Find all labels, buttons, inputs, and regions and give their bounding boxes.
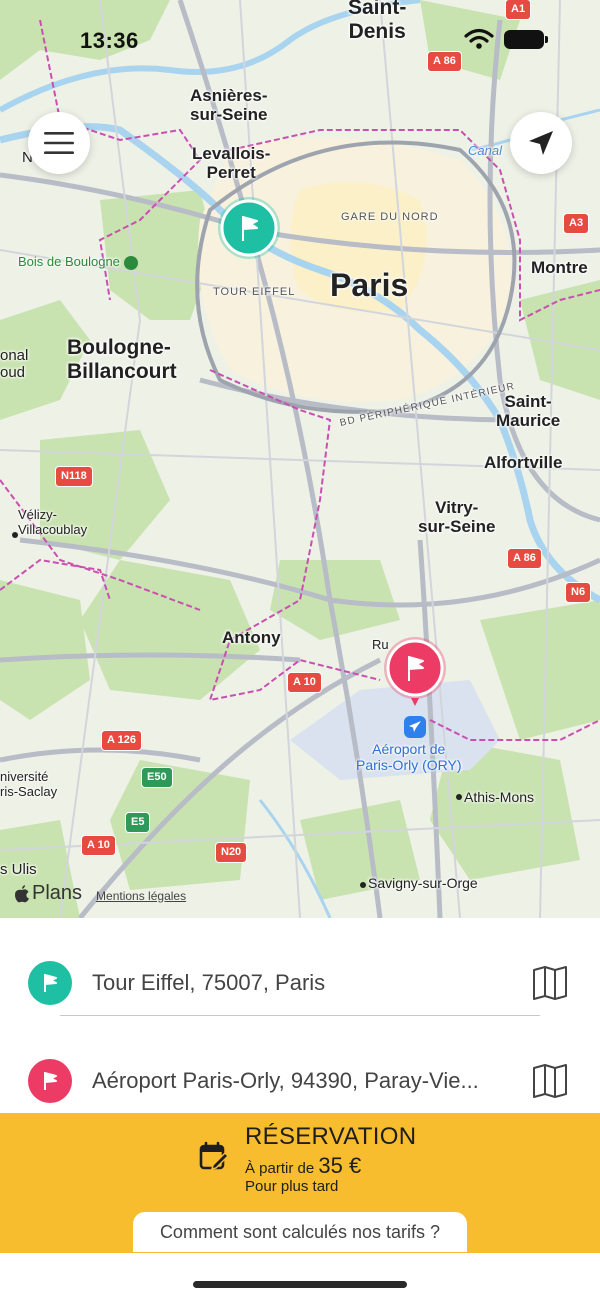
label-saint-maurice: Saint- Maurice bbox=[496, 392, 561, 431]
shield-e5: E5 bbox=[126, 813, 150, 832]
shield-n20: N20 bbox=[216, 843, 247, 862]
shield-a10-mid: A 10 bbox=[288, 673, 321, 692]
label-universite: niversité ris-Saclay bbox=[0, 769, 58, 799]
book-icon[interactable] bbox=[530, 1063, 570, 1099]
price-amount: 35 € bbox=[318, 1153, 362, 1178]
label-velizy: Vélizy- Villacoublay bbox=[18, 507, 88, 537]
label-savigny-dot bbox=[360, 882, 366, 888]
tarifs-link[interactable]: Comment sont calculés nos tarifs ? bbox=[133, 1212, 467, 1252]
label-vitry: Vitry- sur-Seine bbox=[418, 498, 496, 537]
address-divider bbox=[60, 1015, 540, 1016]
label-velizy-dot bbox=[12, 532, 18, 538]
label-saint-denis: Saint- Denis bbox=[348, 0, 407, 43]
reservation-title: RÉSERVATION bbox=[245, 1123, 417, 1150]
label-tour-eiffel: TOUR EIFFEL bbox=[213, 286, 296, 298]
label-levallois: Levallois- Perret bbox=[192, 144, 271, 183]
legal-link[interactable]: Mentions légales bbox=[96, 889, 186, 903]
label-athis-dot bbox=[456, 794, 462, 800]
label-savigny: Savigny-sur-Orge bbox=[368, 875, 478, 891]
hamburger-icon bbox=[44, 132, 74, 154]
app-screen: Saint- Denis Asnières- sur-Seine Levallo… bbox=[0, 0, 600, 1300]
origin-flag-icon bbox=[28, 961, 72, 1005]
battery-icon bbox=[504, 30, 548, 49]
menu-button[interactable] bbox=[28, 112, 90, 174]
wifi-icon bbox=[464, 28, 494, 55]
shield-a3: A3 bbox=[564, 214, 589, 233]
price-prefix: À partir de bbox=[245, 1160, 319, 1177]
plans-brand: Plans bbox=[32, 882, 83, 904]
label-athis-mons: Athis-Mons bbox=[464, 789, 535, 805]
location-arrow-icon bbox=[529, 131, 553, 155]
shield-e50: E50 bbox=[142, 768, 172, 787]
destination-address-row[interactable]: Aéroport Paris-Orly, 94390, Paray-Vie... bbox=[0, 1046, 600, 1116]
origin-address-row[interactable]: Tour Eiffel, 75007, Paris bbox=[0, 948, 600, 1018]
shield-a86-mid: A 86 bbox=[508, 549, 541, 568]
home-indicator bbox=[193, 1281, 407, 1288]
status-time: 13:36 bbox=[80, 28, 139, 53]
destination-flag-icon bbox=[28, 1059, 72, 1103]
label-aeroport: Aéroport de Paris-Orly (ORY) bbox=[356, 741, 462, 773]
map-attribution: Plans Mentions légales bbox=[14, 882, 186, 905]
label-paris: Paris bbox=[330, 267, 409, 303]
label-boulogne: Boulogne- Billancourt bbox=[67, 336, 177, 383]
origin-pin[interactable] bbox=[215, 196, 283, 273]
airplane-icon bbox=[404, 716, 426, 738]
shield-a10-low: A 10 bbox=[82, 836, 115, 855]
label-asnieres: Asnières- sur-Seine bbox=[190, 86, 268, 125]
label-gare-du-nord: GARE DU NORD bbox=[341, 211, 439, 223]
calendar-edit-icon bbox=[199, 1141, 229, 1171]
label-national-partial: onal oud bbox=[0, 347, 29, 381]
shield-n6: N6 bbox=[566, 583, 591, 602]
map-view[interactable]: Saint- Denis Asnières- sur-Seine Levallo… bbox=[0, 0, 600, 918]
shield-a1: A1 bbox=[506, 0, 531, 19]
label-montreuil: Montre bbox=[531, 258, 588, 277]
apple-logo-icon bbox=[15, 885, 29, 903]
label-les-ulis: s Ulis bbox=[0, 861, 37, 878]
shield-n118: N118 bbox=[56, 467, 92, 486]
destination-pin[interactable] bbox=[381, 636, 449, 717]
destination-address-text[interactable]: Aéroport Paris-Orly, 94390, Paray-Vie... bbox=[92, 1068, 512, 1094]
label-antony: Antony bbox=[222, 628, 281, 647]
shield-a86-top: A 86 bbox=[428, 52, 461, 71]
reservation-subtitle: Pour plus tard bbox=[245, 1178, 339, 1195]
label-alfortville: Alfortville bbox=[484, 453, 563, 472]
shield-a126: A 126 bbox=[102, 731, 141, 750]
book-icon[interactable] bbox=[530, 965, 570, 1001]
reservation-price: À partir de 35 € bbox=[245, 1153, 361, 1179]
label-bois-de-boulogne: Bois de Boulogne bbox=[18, 254, 138, 270]
park-icon bbox=[123, 255, 138, 270]
label-canal: Canal bbox=[468, 143, 502, 158]
origin-address-text[interactable]: Tour Eiffel, 75007, Paris bbox=[92, 970, 512, 996]
locate-button[interactable] bbox=[510, 112, 572, 174]
